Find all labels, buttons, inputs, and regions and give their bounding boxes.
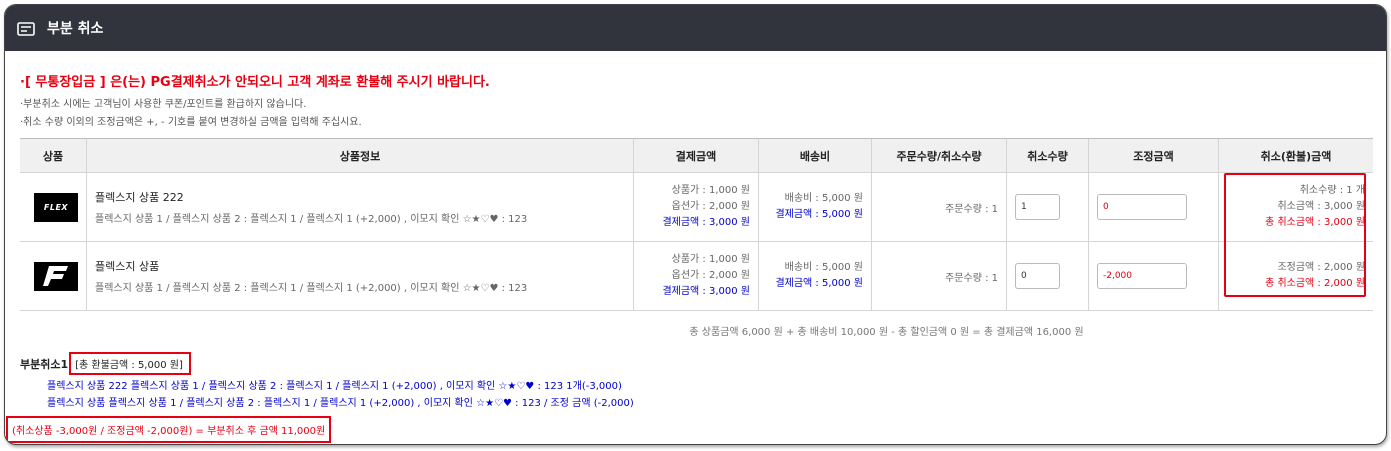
flex-logo: FLEX bbox=[43, 202, 69, 212]
shipping-payment: 결제금액 : 5,000 원 bbox=[775, 278, 863, 289]
adjust-amount-input[interactable]: -2,000 bbox=[1097, 263, 1187, 289]
dialog-title: 부분 취소 bbox=[47, 21, 104, 37]
col-product: 상품 bbox=[20, 138, 87, 173]
product-thumbnail[interactable] bbox=[34, 261, 78, 291]
partial-line-2: 플렉스지 상품 플렉스지 상품 1 / 플렉스지 상품 2 : 플렉스지 1 /… bbox=[47, 398, 634, 409]
payment-alert: ·[ 무통장입금 ] 은(는) PG결제취소가 안되오니 고객 계좌로 환불해 … bbox=[20, 75, 490, 90]
shipping-fee: 배송비 : 5,000 원 bbox=[784, 262, 863, 273]
cancel-qty-input[interactable]: 0 bbox=[1015, 263, 1060, 289]
refund-total-box: [총 환불금액 : 5,000 원] bbox=[69, 352, 191, 375]
col-refund: 취소(환불)금액 bbox=[1218, 138, 1373, 173]
partial-line-1: 플렉스지 상품 222 플렉스지 상품 1 / 플렉스지 상품 2 : 플렉스지… bbox=[47, 381, 622, 392]
product-thumbnail[interactable]: FLEX bbox=[34, 192, 78, 222]
product-price: 상품가 : 1,000 원 bbox=[671, 185, 750, 196]
product-options: 플렉스지 상품 1 / 플렉스지 상품 2 : 플렉스지 1 / 플렉스지 1 … bbox=[95, 214, 528, 225]
option-price: 옵션가 : 2,000 원 bbox=[671, 270, 750, 281]
table-row: 플렉스지 상품 플렉스지 상품 1 / 플렉스지 상품 2 : 플렉스지 1 /… bbox=[20, 241, 1373, 311]
cancel-qty-input[interactable]: 1 bbox=[1015, 194, 1060, 220]
product-price: 상품가 : 1,000 원 bbox=[671, 254, 750, 265]
order-summary: 총 상품금액 6,000 원 + 총 배송비 10,000 원 - 총 할인금액… bbox=[689, 327, 1084, 338]
table-row: FLEX 플렉스지 상품 222 플렉스지 상품 1 / 플렉스지 상품 2 :… bbox=[20, 172, 1373, 242]
partial-cancel-label: 부분취소1 bbox=[20, 357, 69, 371]
col-order-qty: 주문수량/취소수량 bbox=[871, 138, 1007, 173]
shipping-payment: 결제금액 : 5,000 원 bbox=[775, 209, 863, 220]
col-shipping: 배송비 bbox=[758, 138, 872, 173]
order-qty: 주문수량 : 1 bbox=[871, 241, 1007, 311]
product-name: 플렉스지 상품 222 bbox=[95, 191, 184, 204]
adjust-amount-input[interactable]: 0 bbox=[1097, 194, 1187, 220]
partial-cancel-dialog: 부분 취소 ·[ 무통장입금 ] 은(는) PG결제취소가 안되오니 고객 계좌… bbox=[4, 4, 1387, 445]
col-payment: 결제금액 bbox=[633, 138, 759, 173]
cancel-table: 상품 상품정보 결제금액 배송비 주문수량/취소수량 취소수량 조정금액 취소(… bbox=[20, 138, 1373, 311]
col-cancel-qty: 취소수량 bbox=[1006, 138, 1089, 173]
window-icon bbox=[17, 21, 35, 36]
note-adjust: ·취소 수량 이외의 조정금액은 +, - 기호를 붙여 변경하실 금액을 입력… bbox=[20, 117, 362, 128]
order-qty: 주문수량 : 1 bbox=[871, 172, 1007, 242]
payment-amount: 결제금액 : 3,000 원 bbox=[662, 286, 750, 297]
title-bar: 부분 취소 bbox=[5, 5, 1386, 51]
f-logo-icon bbox=[43, 266, 68, 286]
col-adjust: 조정금액 bbox=[1088, 138, 1219, 173]
product-name: 플렉스지 상품 bbox=[95, 260, 160, 273]
shipping-fee: 배송비 : 5,000 원 bbox=[784, 193, 863, 204]
option-price: 옵션가 : 2,000 원 bbox=[671, 201, 750, 212]
refund-highlight-box bbox=[1224, 173, 1366, 297]
final-amount-box: (취소상품 -3,000원 / 조정금액 -2,000원) = 부분취소 후 금… bbox=[6, 416, 332, 443]
product-options: 플렉스지 상품 1 / 플렉스지 상품 2 : 플렉스지 1 / 플렉스지 1 … bbox=[95, 283, 528, 294]
note-coupon: ·부분취소 시에는 고객님이 사용한 쿠폰/포인트를 환급하지 않습니다. bbox=[20, 99, 307, 110]
partial-cancel-header: 부분취소1 [총 환불금액 : 5,000 원] bbox=[20, 352, 1373, 375]
payment-amount: 결제금액 : 3,000 원 bbox=[662, 217, 750, 228]
col-product-info: 상품정보 bbox=[86, 138, 634, 173]
